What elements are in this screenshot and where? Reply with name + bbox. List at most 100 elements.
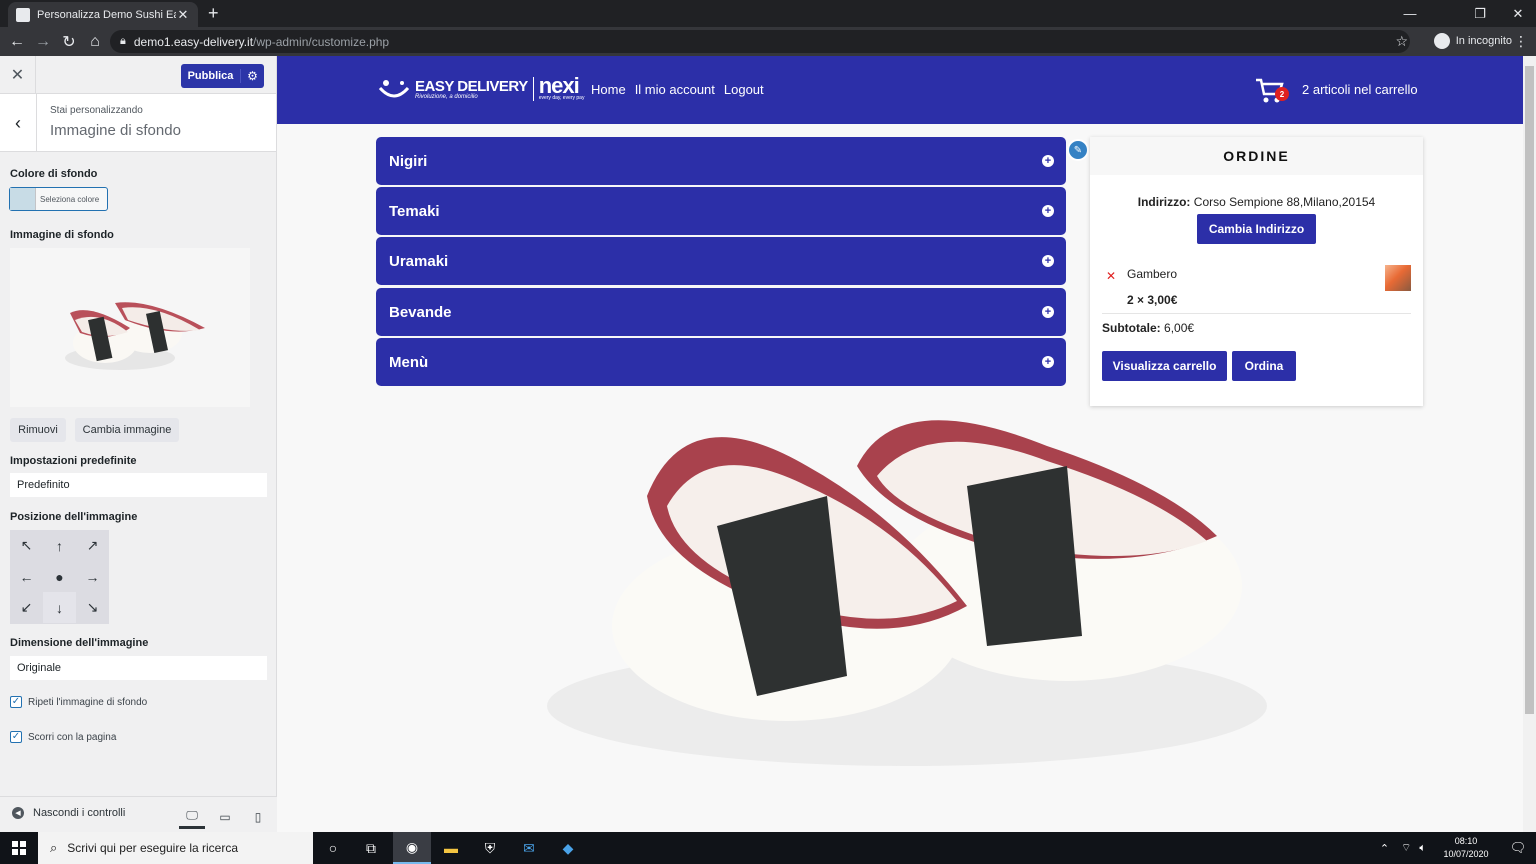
back-icon[interactable]: ← <box>6 31 28 53</box>
customizer-sidebar: ✕ Pubblica ⚙ ‹ Stai personalizzando Imma… <box>0 56 277 832</box>
mobile-preview-icon[interactable]: ▯ <box>245 805 271 829</box>
cortana-icon[interactable]: ○ <box>314 832 352 864</box>
color-picker-button[interactable]: Seleziona colore <box>9 187 108 211</box>
category-label: Temaki <box>389 202 440 220</box>
section-title: Immagine di sfondo <box>50 122 181 139</box>
change-address-button[interactable]: Cambia Indirizzo <box>1197 214 1316 244</box>
category-label: Menù <box>389 353 429 371</box>
hide-controls-button[interactable]: ◀ Nascondi i controlli <box>12 807 125 819</box>
window-close-icon[interactable]: ✕ <box>1500 0 1536 27</box>
gear-icon[interactable]: ⚙ <box>240 69 264 83</box>
address-toolbar: ← → ↻ ⌂ 🔒︎ demo1.easy-delivery.it /wp-ad… <box>0 27 1536 56</box>
forward-icon[interactable]: → <box>32 31 54 53</box>
select-color-label: Seleziona colore <box>40 194 100 204</box>
browser-menu-icon[interactable]: ⋮ <box>1514 33 1528 50</box>
order-widget: ORDINE Indirizzo: Corso Sempione 88,Mila… <box>1090 137 1423 406</box>
bg-color-label: Colore di sfondo <box>10 168 98 180</box>
favicon-icon <box>16 7 30 22</box>
nav-logout[interactable]: Logout <box>724 82 764 97</box>
arrow-down-icon[interactable]: ↓ <box>43 592 76 623</box>
expand-plus-icon: + <box>1042 155 1054 167</box>
mail-icon[interactable]: ✉ <box>510 832 548 864</box>
customizing-label: Stai personalizzando <box>50 105 143 116</box>
category-bevande[interactable]: Bevande + <box>376 288 1066 336</box>
minimize-icon[interactable]: — <box>1392 0 1428 27</box>
sushi-background-image <box>547 420 1267 766</box>
cart-icon[interactable]: 2 <box>1255 78 1289 106</box>
item-name[interactable]: Gambero <box>1127 267 1177 281</box>
repeat-checkbox[interactable]: ✓ <box>10 696 22 708</box>
restore-icon[interactable]: ❐ <box>1462 0 1498 27</box>
incognito-indicator[interactable]: In incognito <box>1433 31 1512 51</box>
scroll-checkbox[interactable]: ✓ <box>10 731 22 743</box>
arrow-left-icon[interactable]: ← <box>10 561 43 592</box>
task-view-icon[interactable]: ⧉ <box>352 832 390 864</box>
arrow-top-right-icon[interactable]: ↗ <box>76 530 109 561</box>
arrow-top-left-icon[interactable]: ↖ <box>10 530 43 561</box>
partner-name: nexi <box>538 73 580 98</box>
publish-button[interactable]: Pubblica ⚙ <box>181 64 264 88</box>
windows-start-icon[interactable] <box>0 832 38 864</box>
arrow-up-icon[interactable]: ↑ <box>43 530 76 561</box>
scroll-checkbox-row[interactable]: ✓ Scorri con la pagina <box>10 731 116 743</box>
cart-summary-link[interactable]: 2 articoli nel carrello <box>1302 82 1418 97</box>
logo-divider <box>532 77 534 101</box>
home-icon[interactable]: ⌂ <box>84 31 106 53</box>
site-logo[interactable]: EASY DELIVERY Rivoluzione, a domicilio n… <box>377 73 585 102</box>
category-temaki[interactable]: Temaki + <box>376 187 1066 235</box>
partner-tagline: every day, every pay <box>538 95 585 101</box>
security-shield-icon[interactable]: ⛨ <box>471 832 509 864</box>
preset-select[interactable]: Predefinito <box>10 473 267 497</box>
new-tab-icon[interactable]: + <box>208 3 219 23</box>
category-nigiri[interactable]: Nigiri + <box>376 137 1066 185</box>
scrollbar-thumb[interactable] <box>1525 66 1534 714</box>
bg-image-thumbnail[interactable] <box>10 248 250 407</box>
collapse-icon: ◀ <box>12 807 24 819</box>
clock[interactable]: 08:10 10/07/2020 <box>1440 835 1492 861</box>
chrome-icon[interactable]: ◉ <box>393 832 431 864</box>
tablet-preview-icon[interactable]: ▭ <box>212 805 238 829</box>
category-menu[interactable]: Menù + <box>376 338 1066 386</box>
url-path: /wp-admin/customize.php <box>253 34 390 49</box>
browser-tab[interactable]: Personalizza Demo Sushi Easy De ✕ <box>8 2 198 27</box>
app-icon[interactable]: ◆ <box>549 832 587 864</box>
nav-account[interactable]: Il mio account <box>635 82 715 97</box>
change-image-button[interactable]: Cambia immagine <box>75 418 179 442</box>
file-explorer-icon[interactable]: ▬ <box>432 832 470 864</box>
view-cart-button[interactable]: Visualizza carrello <box>1102 351 1227 381</box>
repeat-checkbox-row[interactable]: ✓ Ripeti l'immagine di sfondo <box>10 696 147 708</box>
close-icon[interactable]: ✕ <box>0 56 36 94</box>
size-select[interactable]: Originale <box>10 656 267 680</box>
edit-pencil-icon[interactable]: ✎ <box>1067 139 1089 161</box>
hide-controls-label: Nascondi i controlli <box>33 807 126 819</box>
url-bar[interactable]: 🔒︎ demo1.easy-delivery.it /wp-admin/cust… <box>110 30 1410 53</box>
volume-icon[interactable]: 🔈︎ <box>1419 842 1426 855</box>
order-button[interactable]: Ordina <box>1232 351 1296 381</box>
incognito-icon <box>1433 33 1450 49</box>
preview-scrollbar[interactable] <box>1523 56 1536 832</box>
chevron-up-icon[interactable]: ⌃ <box>1380 842 1389 855</box>
arrow-right-icon[interactable]: → <box>76 561 109 592</box>
remove-item-icon[interactable]: ✕ <box>1106 269 1116 283</box>
customizer-header: ✕ Pubblica ⚙ <box>0 56 276 94</box>
search-placeholder: Scrivi qui per eseguire la ricerca <box>67 841 239 855</box>
publish-label: Pubblica <box>187 70 234 82</box>
taskbar-search[interactable]: ⌕ Scrivi qui per eseguire la ricerca <box>38 832 313 864</box>
arrow-bottom-right-icon[interactable]: ↘ <box>76 592 109 623</box>
center-dot-icon[interactable]: ● <box>43 561 76 592</box>
item-quantity: 2 × 3,00€ <box>1127 293 1178 307</box>
close-tab-icon[interactable]: ✕ <box>176 7 190 23</box>
network-icon[interactable]: ⌔ <box>1401 841 1411 855</box>
tab-title: Personalizza Demo Sushi Easy De <box>37 8 176 21</box>
customizer-footer: ◀ Nascondi i controlli 🖵︎ ▭ ▯ <box>0 796 277 832</box>
category-uramaki[interactable]: Uramaki + <box>376 237 1066 285</box>
arrow-bottom-left-icon[interactable]: ↙ <box>10 592 43 623</box>
reload-icon[interactable]: ↻ <box>58 31 80 53</box>
desktop-preview-icon[interactable]: 🖵︎ <box>179 805 205 829</box>
remove-image-button[interactable]: Rimuovi <box>10 418 66 442</box>
brand-name: EASY DELIVERY <box>415 77 528 95</box>
bookmark-star-icon[interactable]: ☆ <box>1395 33 1408 50</box>
nav-home[interactable]: Home <box>591 82 626 97</box>
notifications-icon[interactable]: 🗨︎ <box>1500 832 1536 864</box>
back-chevron-icon[interactable]: ‹ <box>0 94 37 152</box>
